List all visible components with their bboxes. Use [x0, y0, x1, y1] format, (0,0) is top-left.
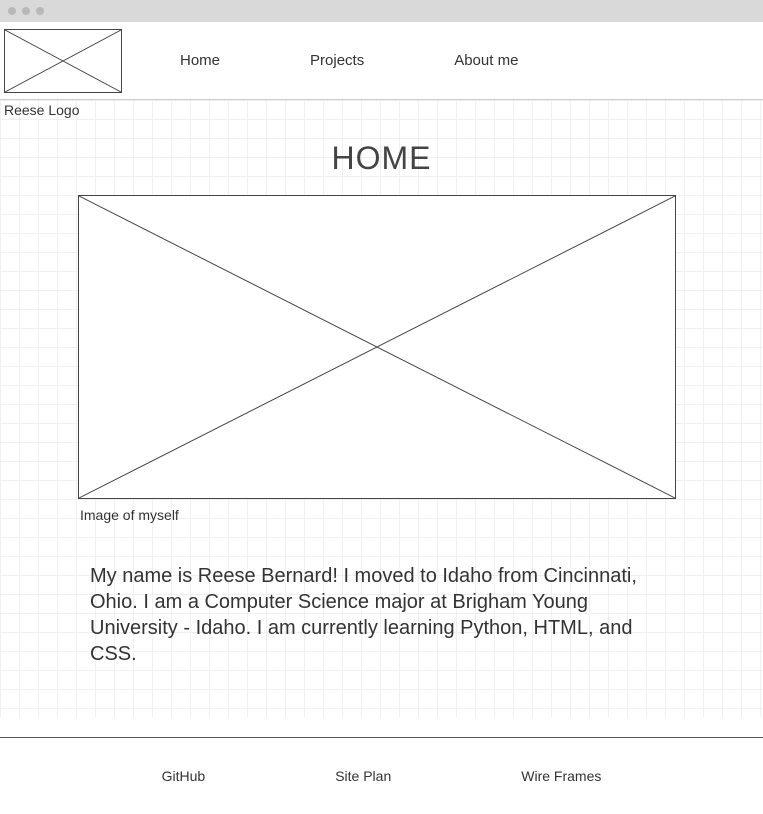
header: Home Projects About me — [0, 22, 763, 100]
footer-link-site-plan[interactable]: Site Plan — [335, 768, 391, 784]
main-nav: Home Projects About me — [180, 52, 518, 69]
window-dot-icon — [8, 7, 16, 15]
footer: GitHub Site Plan Wire Frames — [0, 738, 763, 814]
nav-about-me[interactable]: About me — [454, 52, 518, 69]
nav-projects[interactable]: Projects — [310, 52, 364, 69]
logo-placeholder — [4, 29, 122, 93]
window-dot-icon — [36, 7, 44, 15]
footer-link-github[interactable]: GitHub — [162, 768, 206, 784]
window-titlebar — [0, 0, 763, 22]
nav-home[interactable]: Home — [180, 52, 220, 69]
page-body: Reese Logo HOME Image of myself My name … — [0, 100, 763, 717]
footer-link-wire-frames[interactable]: Wire Frames — [521, 768, 601, 784]
main-content: Image of myself My name is Reese Bernard… — [0, 195, 763, 717]
hero-image-placeholder — [78, 195, 676, 499]
logo-caption: Reese Logo — [4, 100, 763, 118]
hero-image-caption: Image of myself — [78, 499, 685, 523]
page-title: HOME — [0, 118, 763, 195]
window-dot-icon — [22, 7, 30, 15]
intro-paragraph: My name is Reese Bernard! I moved to Ida… — [78, 523, 658, 677]
